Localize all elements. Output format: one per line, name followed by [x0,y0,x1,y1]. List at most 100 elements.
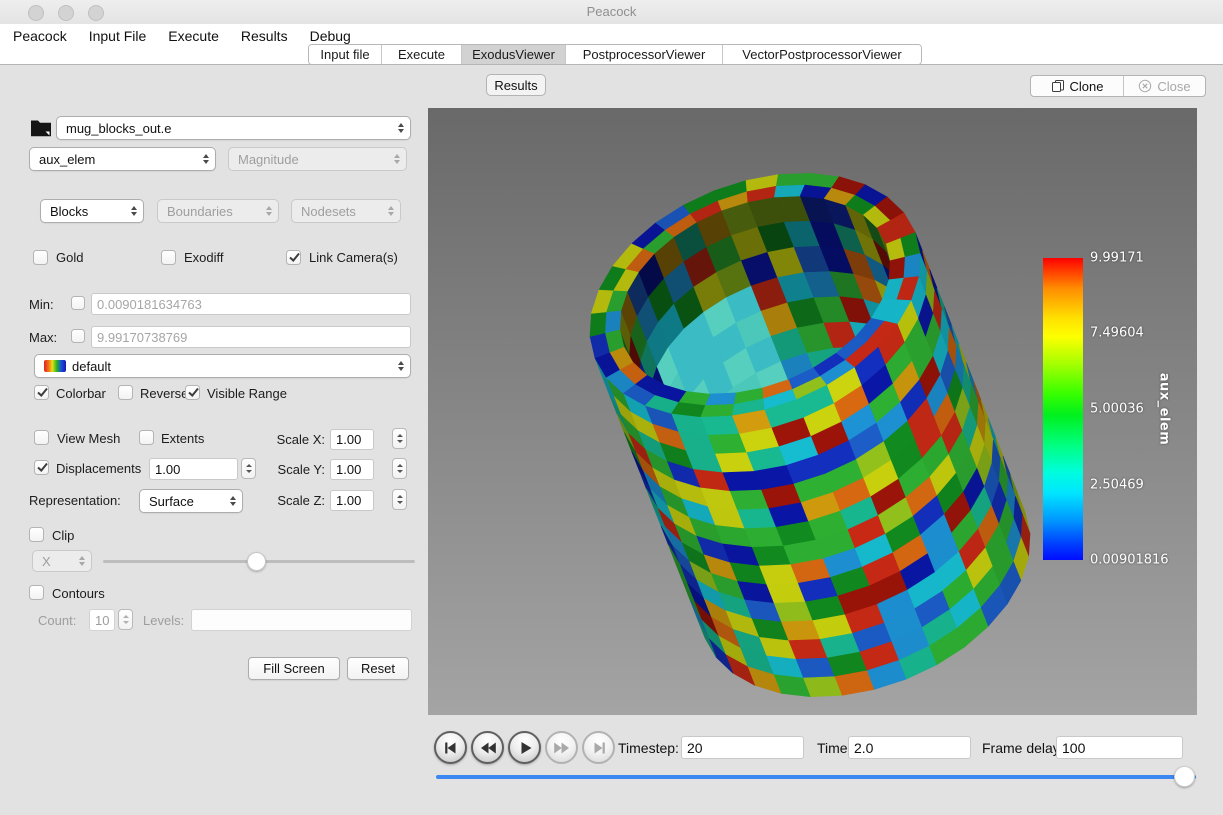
tab-postprocessorviewer[interactable]: PostprocessorViewer [566,45,723,64]
colorbar-checkbox[interactable] [34,385,49,400]
max-checkbox[interactable] [71,329,85,343]
timestep-slider-thumb[interactable] [1174,766,1195,787]
blocks-combobox-value: Blocks [50,204,88,219]
boundaries-combobox-value: Boundaries [167,204,233,219]
view-mesh-checkbox[interactable] [34,430,49,445]
clip-axis-value: X [42,554,51,569]
menu-peacock[interactable]: Peacock [13,28,67,44]
menu-results[interactable]: Results [241,28,288,44]
tab-vectorpostprocessorviewer[interactable]: VectorPostprocessorViewer [723,45,921,64]
rewind-button[interactable] [471,731,504,764]
scale-z-label: Scale Z: [252,493,325,508]
scalar-colorbar [1043,258,1083,560]
menu-input-file[interactable]: Input File [89,28,147,44]
frame-delay-label: Frame delay: [982,740,1064,756]
min-field[interactable] [91,293,411,315]
representation-combobox[interactable]: Surface [139,489,243,513]
min-checkbox[interactable] [71,296,85,310]
max-label: Max: [29,330,57,345]
contours-count-field [89,609,115,631]
reset-button[interactable]: Reset [347,657,409,680]
timestep-label: Timestep: [618,740,679,756]
titlebar: Peacock [0,0,1223,25]
representation-label: Representation: [29,493,121,508]
render-viewport[interactable]: 9.99171 7.49604 5.00036 2.50469 0.009018… [428,108,1197,715]
scale-z-field[interactable] [330,490,374,511]
clip-slider-thumb [247,552,266,571]
colorbar-tick: 0.00901816 [1090,553,1169,568]
menu-debug[interactable]: Debug [310,28,351,44]
colorbar-label: Colorbar [56,386,106,401]
nodesets-combobox-value: Nodesets [301,204,356,219]
scale-y-field[interactable] [330,459,374,480]
clip-checkbox[interactable] [29,527,44,542]
displacements-label: Displacements [56,461,141,476]
displacements-checkbox[interactable] [34,460,49,475]
peacock-window: Peacock Peacock Input File Execute Resul… [0,0,1223,815]
contours-levels-label: Levels: [143,613,184,628]
timestep-slider-track[interactable] [436,775,1196,779]
component-combobox-value: Magnitude [238,152,299,167]
representation-combobox-value: Surface [149,494,194,509]
boundaries-combobox: Boundaries [157,199,279,223]
extents-checkbox[interactable] [139,430,154,445]
view-mesh-label: View Mesh [57,431,120,446]
displacements-field[interactable] [149,458,238,480]
menu-execute[interactable]: Execute [168,28,219,44]
visible-range-checkbox[interactable] [185,385,200,400]
scale-x-stepper[interactable] [392,428,407,449]
play-button[interactable] [508,731,541,764]
file-combobox[interactable]: mug_blocks_out.e [56,116,411,140]
link-cameras-checkbox[interactable] [286,250,301,265]
scale-y-stepper[interactable] [392,458,407,479]
tab-results[interactable]: Results [486,74,546,96]
fast-forward-icon [552,738,572,758]
up-down-chevrons-icon [388,206,394,216]
open-file-folder-icon[interactable] [30,118,52,137]
tab-exodusviewer[interactable]: ExodusViewer [462,45,566,64]
clip-axis-combobox: X [32,550,92,572]
contours-checkbox[interactable] [29,585,44,600]
max-field[interactable] [91,326,411,348]
clone-button[interactable]: Clone [1031,76,1124,96]
menubar: Peacock Input File Execute Results Debug [13,26,351,46]
frame-delay-field[interactable] [1056,736,1183,759]
exodusviewer-pane: Results Clone Close mug_blocks_out.e aux… [0,65,1223,815]
colormap-combobox[interactable]: default [34,354,411,378]
blocks-combobox[interactable]: Blocks [40,199,144,223]
variable-combobox[interactable]: aux_elem [29,147,216,171]
clone-close-group: Clone Close [1030,75,1206,97]
file-combobox-value: mug_blocks_out.e [66,121,172,136]
up-down-chevrons-icon [79,556,85,566]
clip-label: Clip [52,528,74,543]
up-down-chevrons-icon [203,154,209,164]
contours-label: Contours [52,586,105,601]
goto-start-button[interactable] [434,731,467,764]
timestep-field[interactable] [681,736,804,759]
scale-x-field[interactable] [330,429,374,450]
colorbar-tick: 5.00036 [1090,402,1144,417]
fill-screen-button[interactable]: Fill Screen [248,657,340,680]
rainbow-gradient-icon [44,360,66,372]
check-icon [186,384,201,399]
colorbar-tick: 7.49604 [1090,326,1144,341]
time-label: Time: [817,740,851,756]
exodiff-label: Exodiff [184,250,224,265]
up-down-chevrons-icon [394,154,400,164]
play-icon [515,738,535,758]
circle-x-icon [1138,79,1152,93]
tab-input-file[interactable]: Input file [309,45,382,64]
exodiff-checkbox[interactable] [161,250,176,265]
time-field[interactable] [848,736,971,759]
scale-z-stepper[interactable] [392,489,407,510]
tab-execute[interactable]: Execute [382,45,462,64]
reverse-checkbox[interactable] [118,385,133,400]
check-icon [287,249,302,264]
clone-label: Clone [1070,79,1104,94]
component-combobox: Magnitude [228,147,407,171]
window-title: Peacock [0,4,1223,19]
extents-label: Extents [161,431,204,446]
goto-start-icon [441,738,461,758]
gold-checkbox[interactable] [33,250,48,265]
close-label: Close [1157,79,1190,94]
